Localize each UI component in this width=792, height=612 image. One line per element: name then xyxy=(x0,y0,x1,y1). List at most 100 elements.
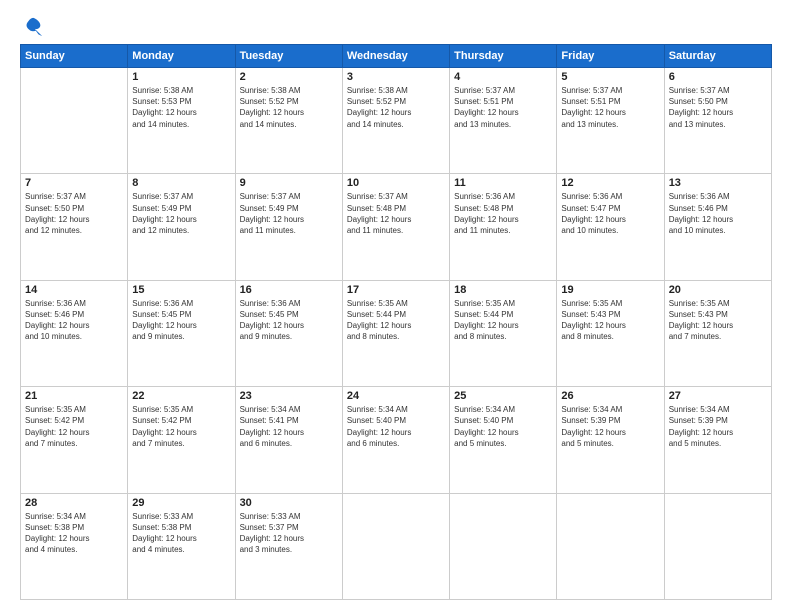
day-of-week-header: Monday xyxy=(128,45,235,68)
day-number: 2 xyxy=(240,71,338,83)
calendar-day-cell: 2 Sunrise: 5:38 AM Sunset: 5:52 PM Daylig… xyxy=(235,68,342,174)
logo xyxy=(20,16,44,38)
day-info: Sunrise: 5:36 AM Sunset: 5:48 PM Dayligh… xyxy=(454,191,552,236)
day-info: Sunrise: 5:37 AM Sunset: 5:49 PM Dayligh… xyxy=(132,191,230,236)
calendar-day-cell: 21Sunrise: 5:35 AM Sunset: 5:42 PM Dayli… xyxy=(21,387,128,493)
calendar-day-cell: 29 Sunrise: 5:33 AM Sunset: 5:38 PM Dayli… xyxy=(128,493,235,599)
day-info: Sunrise: 5:34 AM Sunset: 5:41 PM Dayligh… xyxy=(240,404,338,449)
day-info: Sunrise: 5:37 AM Sunset: 5:51 PM Dayligh… xyxy=(561,85,659,130)
day-info: Sunrise: 5:35 AM Sunset: 5:44 PM Dayligh… xyxy=(347,298,445,343)
day-number: 30 xyxy=(240,497,338,509)
calendar-day-cell: 27 Sunrise: 5:34 AM Sunset: 5:39 PM Dayli… xyxy=(664,387,771,493)
day-of-week-header: Wednesday xyxy=(342,45,449,68)
calendar-day-cell: 19 Sunrise: 5:35 AM Sunset: 5:43 PM Dayli… xyxy=(557,280,664,386)
calendar-day-cell: 8Sunrise: 5:37 AM Sunset: 5:49 PM Daylig… xyxy=(128,174,235,280)
calendar-day-cell: 9 Sunrise: 5:37 AM Sunset: 5:49 PM Daylig… xyxy=(235,174,342,280)
day-info: Sunrise: 5:37 AM Sunset: 5:50 PM Dayligh… xyxy=(25,191,123,236)
calendar-day-cell: 3 Sunrise: 5:38 AM Sunset: 5:52 PM Daylig… xyxy=(342,68,449,174)
day-info: Sunrise: 5:35 AM Sunset: 5:42 PM Dayligh… xyxy=(132,404,230,449)
calendar-day-cell: 10 Sunrise: 5:37 AM Sunset: 5:48 PM Dayli… xyxy=(342,174,449,280)
calendar-header-row: SundayMondayTuesdayWednesdayThursdayFrid… xyxy=(21,45,772,68)
calendar-day-cell: 13 Sunrise: 5:36 AM Sunset: 5:46 PM Dayli… xyxy=(664,174,771,280)
calendar-week-row: 14Sunrise: 5:36 AM Sunset: 5:46 PM Dayli… xyxy=(21,280,772,386)
day-number: 28 xyxy=(25,497,123,509)
calendar-day-cell: 1 Sunrise: 5:38 AM Sunset: 5:53 PM Daylig… xyxy=(128,68,235,174)
day-info: Sunrise: 5:37 AM Sunset: 5:49 PM Dayligh… xyxy=(240,191,338,236)
day-number: 25 xyxy=(454,390,552,402)
day-info: Sunrise: 5:36 AM Sunset: 5:47 PM Dayligh… xyxy=(561,191,659,236)
day-info: Sunrise: 5:34 AM Sunset: 5:39 PM Dayligh… xyxy=(561,404,659,449)
calendar-day-cell: 22 Sunrise: 5:35 AM Sunset: 5:42 PM Dayli… xyxy=(128,387,235,493)
day-info: Sunrise: 5:34 AM Sunset: 5:40 PM Dayligh… xyxy=(454,404,552,449)
day-number: 26 xyxy=(561,390,659,402)
day-number: 16 xyxy=(240,284,338,296)
day-info: Sunrise: 5:38 AM Sunset: 5:52 PM Dayligh… xyxy=(240,85,338,130)
calendar-day-cell xyxy=(450,493,557,599)
calendar-day-cell: 15 Sunrise: 5:36 AM Sunset: 5:45 PM Dayli… xyxy=(128,280,235,386)
day-info: Sunrise: 5:33 AM Sunset: 5:38 PM Dayligh… xyxy=(132,511,230,556)
calendar-day-cell: 11 Sunrise: 5:36 AM Sunset: 5:48 PM Dayli… xyxy=(450,174,557,280)
calendar-day-cell: 30 Sunrise: 5:33 AM Sunset: 5:37 PM Dayli… xyxy=(235,493,342,599)
calendar-day-cell: 5 Sunrise: 5:37 AM Sunset: 5:51 PM Daylig… xyxy=(557,68,664,174)
day-number: 12 xyxy=(561,177,659,189)
day-number: 18 xyxy=(454,284,552,296)
day-number: 11 xyxy=(454,177,552,189)
logo-bird-icon xyxy=(22,16,44,38)
calendar-day-cell: 12 Sunrise: 5:36 AM Sunset: 5:47 PM Dayli… xyxy=(557,174,664,280)
calendar-day-cell: 6Sunrise: 5:37 AM Sunset: 5:50 PM Daylig… xyxy=(664,68,771,174)
day-info: Sunrise: 5:34 AM Sunset: 5:39 PM Dayligh… xyxy=(669,404,767,449)
day-number: 6 xyxy=(669,71,767,83)
day-info: Sunrise: 5:35 AM Sunset: 5:44 PM Dayligh… xyxy=(454,298,552,343)
day-number: 23 xyxy=(240,390,338,402)
day-number: 27 xyxy=(669,390,767,402)
day-number: 4 xyxy=(454,71,552,83)
day-number: 3 xyxy=(347,71,445,83)
day-number: 24 xyxy=(347,390,445,402)
calendar-day-cell: 4 Sunrise: 5:37 AM Sunset: 5:51 PM Daylig… xyxy=(450,68,557,174)
day-info: Sunrise: 5:34 AM Sunset: 5:38 PM Dayligh… xyxy=(25,511,123,556)
day-number: 22 xyxy=(132,390,230,402)
day-number: 1 xyxy=(132,71,230,83)
day-info: Sunrise: 5:36 AM Sunset: 5:46 PM Dayligh… xyxy=(25,298,123,343)
calendar-day-cell: 14Sunrise: 5:36 AM Sunset: 5:46 PM Dayli… xyxy=(21,280,128,386)
calendar-week-row: 21 Sunrise: 5:35 AM Sunset: 5:42 PM Dayli… xyxy=(21,387,772,493)
day-info: Sunrise: 5:34 AM Sunset: 5:40 PM Dayligh… xyxy=(347,404,445,449)
day-number: 21 xyxy=(25,390,123,402)
calendar-day-cell: 23 Sunrise: 5:34 AM Sunset: 5:41 PM Dayli… xyxy=(235,387,342,493)
calendar-day-cell: 20Sunrise: 5:35 AM Sunset: 5:43 PM Dayli… xyxy=(664,280,771,386)
calendar-week-row: 7 Sunrise: 5:37 AM Sunset: 5:50 PM Daylig… xyxy=(21,174,772,280)
calendar-day-cell: 7 Sunrise: 5:37 AM Sunset: 5:50 PM Daylig… xyxy=(21,174,128,280)
day-info: Sunrise: 5:36 AM Sunset: 5:45 PM Dayligh… xyxy=(132,298,230,343)
page: SundayMondayTuesdayWednesdayThursdayFrid… xyxy=(0,0,792,612)
day-of-week-header: Friday xyxy=(557,45,664,68)
header xyxy=(20,16,772,38)
calendar-day-cell: 25 Sunrise: 5:34 AM Sunset: 5:40 PM Dayli… xyxy=(450,387,557,493)
day-number: 5 xyxy=(561,71,659,83)
day-number: 19 xyxy=(561,284,659,296)
calendar-day-cell: 28 Sunrise: 5:34 AM Sunset: 5:38 PM Dayli… xyxy=(21,493,128,599)
day-info: Sunrise: 5:35 AM Sunset: 5:43 PM Dayligh… xyxy=(561,298,659,343)
day-number: 17 xyxy=(347,284,445,296)
day-info: Sunrise: 5:38 AM Sunset: 5:53 PM Dayligh… xyxy=(132,85,230,130)
day-info: Sunrise: 5:33 AM Sunset: 5:37 PM Dayligh… xyxy=(240,511,338,556)
calendar-day-cell: 24 Sunrise: 5:34 AM Sunset: 5:40 PM Dayli… xyxy=(342,387,449,493)
calendar-table: SundayMondayTuesdayWednesdayThursdayFrid… xyxy=(20,44,772,600)
calendar-day-cell xyxy=(342,493,449,599)
calendar-day-cell xyxy=(557,493,664,599)
day-info: Sunrise: 5:37 AM Sunset: 5:51 PM Dayligh… xyxy=(454,85,552,130)
calendar-day-cell: 26 Sunrise: 5:34 AM Sunset: 5:39 PM Dayli… xyxy=(557,387,664,493)
day-number: 20 xyxy=(669,284,767,296)
day-number: 29 xyxy=(132,497,230,509)
calendar-week-row: 1 Sunrise: 5:38 AM Sunset: 5:53 PM Daylig… xyxy=(21,68,772,174)
day-number: 9 xyxy=(240,177,338,189)
day-info: Sunrise: 5:37 AM Sunset: 5:48 PM Dayligh… xyxy=(347,191,445,236)
day-info: Sunrise: 5:38 AM Sunset: 5:52 PM Dayligh… xyxy=(347,85,445,130)
calendar-week-row: 28 Sunrise: 5:34 AM Sunset: 5:38 PM Dayli… xyxy=(21,493,772,599)
day-of-week-header: Saturday xyxy=(664,45,771,68)
day-number: 10 xyxy=(347,177,445,189)
day-number: 15 xyxy=(132,284,230,296)
day-number: 13 xyxy=(669,177,767,189)
calendar-day-cell: 16Sunrise: 5:36 AM Sunset: 5:45 PM Dayli… xyxy=(235,280,342,386)
day-number: 7 xyxy=(25,177,123,189)
day-info: Sunrise: 5:36 AM Sunset: 5:46 PM Dayligh… xyxy=(669,191,767,236)
